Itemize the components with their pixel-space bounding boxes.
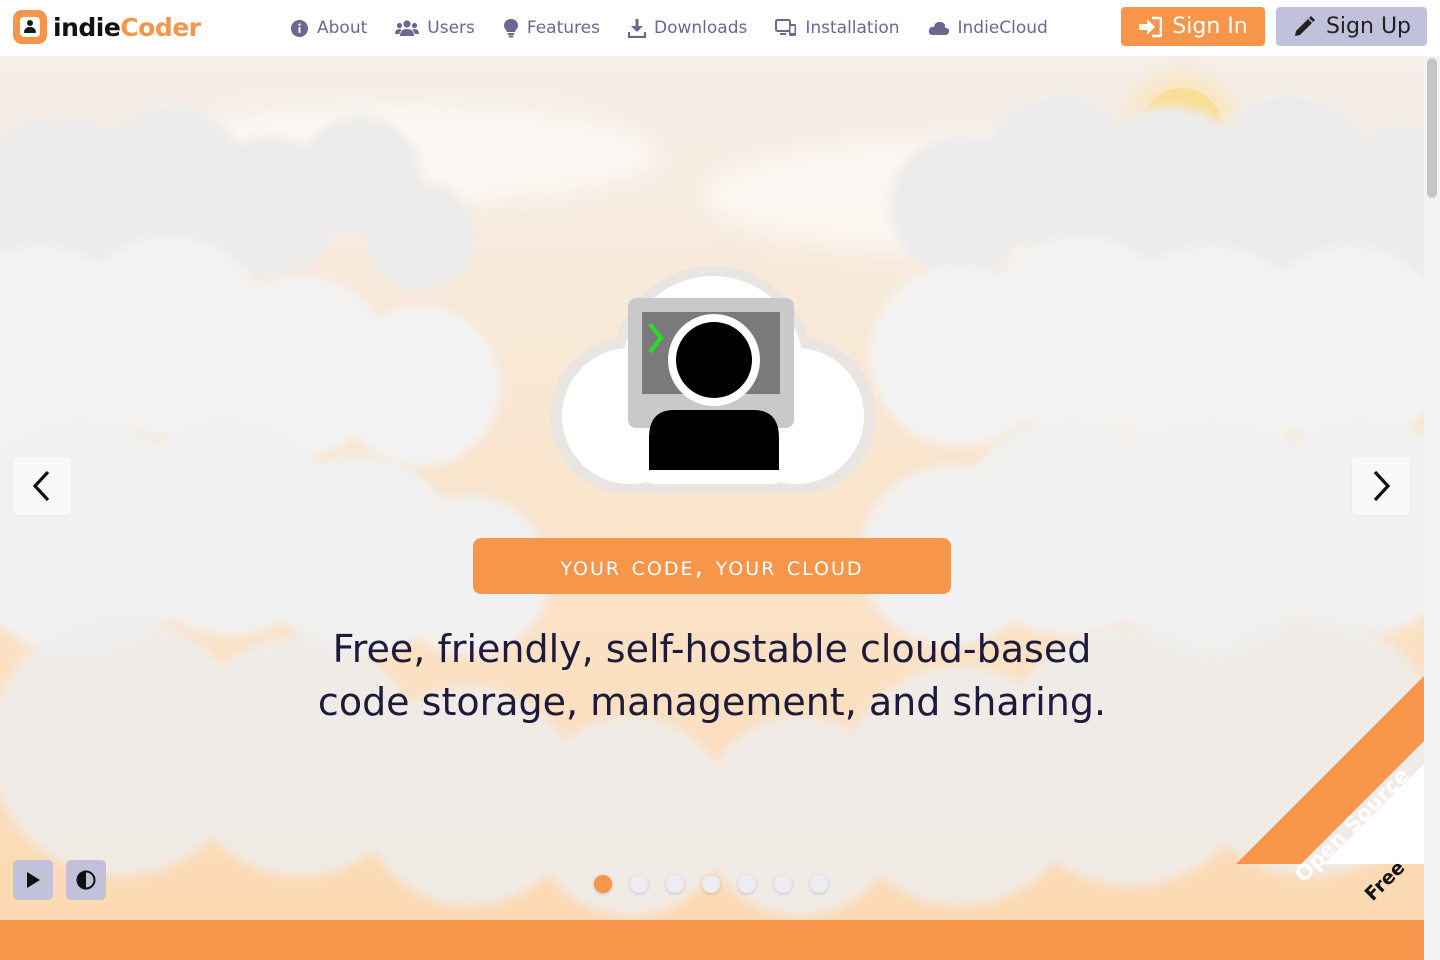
devices-icon bbox=[775, 19, 797, 36]
nav-item-label: Downloads bbox=[653, 18, 748, 38]
sign-in-icon bbox=[1139, 16, 1163, 37]
carousel-indicators bbox=[594, 875, 846, 893]
download-icon bbox=[627, 18, 646, 38]
next-section-band bbox=[0, 920, 1424, 960]
nav-item-downloads[interactable]: Downloads bbox=[627, 18, 748, 38]
top-navigation-bar: indie Coder About Users Features Downloa… bbox=[0, 0, 1440, 56]
nav-item-installation[interactable]: Installation bbox=[775, 18, 900, 38]
cloud-icon bbox=[928, 21, 949, 35]
carousel-prev-button[interactable] bbox=[13, 457, 71, 515]
sign-up-button[interactable]: Sign Up bbox=[1276, 7, 1427, 46]
logo-user-icon bbox=[13, 10, 47, 44]
nav-item-users[interactable]: Users bbox=[395, 18, 475, 38]
chevron-right-icon bbox=[1373, 470, 1391, 502]
nav-item-label: About bbox=[317, 18, 368, 38]
nav-item-features[interactable]: Features bbox=[503, 18, 600, 38]
carousel-dot-2[interactable] bbox=[630, 875, 648, 893]
nav-item-label: Users bbox=[427, 18, 475, 38]
info-circle-icon bbox=[290, 19, 309, 37]
users-icon bbox=[395, 20, 420, 36]
nav-item-about[interactable]: About bbox=[290, 18, 367, 38]
contrast-icon bbox=[76, 870, 96, 890]
hero-headline: Free, friendly, self-hostable cloud-base… bbox=[262, 623, 1162, 729]
carousel-dot-7[interactable] bbox=[810, 875, 828, 893]
headline-line-1: Free, friendly, self-hostable cloud-base… bbox=[332, 627, 1092, 671]
carousel-dot-1[interactable] bbox=[594, 875, 612, 893]
scrollbar-thumb[interactable] bbox=[1427, 58, 1437, 198]
hero-tagline: Your code, your cloud bbox=[473, 538, 951, 594]
theme-toggle-button[interactable] bbox=[66, 860, 106, 900]
page-scrollbar[interactable] bbox=[1424, 56, 1440, 960]
nav-item-label: IndieCloud bbox=[957, 18, 1048, 38]
carousel-next-button[interactable] bbox=[1352, 457, 1410, 515]
headline-line-2: code storage, management, and sharing. bbox=[317, 680, 1107, 724]
nav-item-label: Features bbox=[526, 18, 600, 38]
nav-item-indiecloud[interactable]: IndieCloud bbox=[928, 18, 1048, 38]
brand-name-part1: indie bbox=[53, 12, 121, 42]
brand-logo[interactable]: indie Coder bbox=[13, 10, 201, 44]
chevron-left-icon bbox=[32, 470, 50, 502]
carousel-dot-6[interactable] bbox=[774, 875, 792, 893]
carousel-dot-4[interactable] bbox=[702, 875, 720, 893]
play-icon bbox=[27, 872, 40, 888]
sign-in-label: Sign In bbox=[1172, 14, 1248, 39]
sign-in-button[interactable]: Sign In bbox=[1121, 7, 1265, 46]
pencil-icon bbox=[1294, 15, 1315, 36]
hero-cloud-avatar-illustration bbox=[550, 266, 876, 494]
hero-carousel: Your code, your cloud Free, friendly, se… bbox=[0, 56, 1424, 920]
carousel-dot-5[interactable] bbox=[738, 875, 756, 893]
carousel-dot-3[interactable] bbox=[666, 875, 684, 893]
carousel-play-button[interactable] bbox=[13, 860, 53, 900]
brand-name-part2: Coder bbox=[120, 12, 201, 42]
sign-up-label: Sign Up bbox=[1325, 14, 1412, 39]
lightbulb-icon bbox=[503, 19, 518, 38]
nav-item-label: Installation bbox=[805, 18, 900, 38]
main-nav: About Users Features Downloads Installat… bbox=[290, 0, 1076, 56]
